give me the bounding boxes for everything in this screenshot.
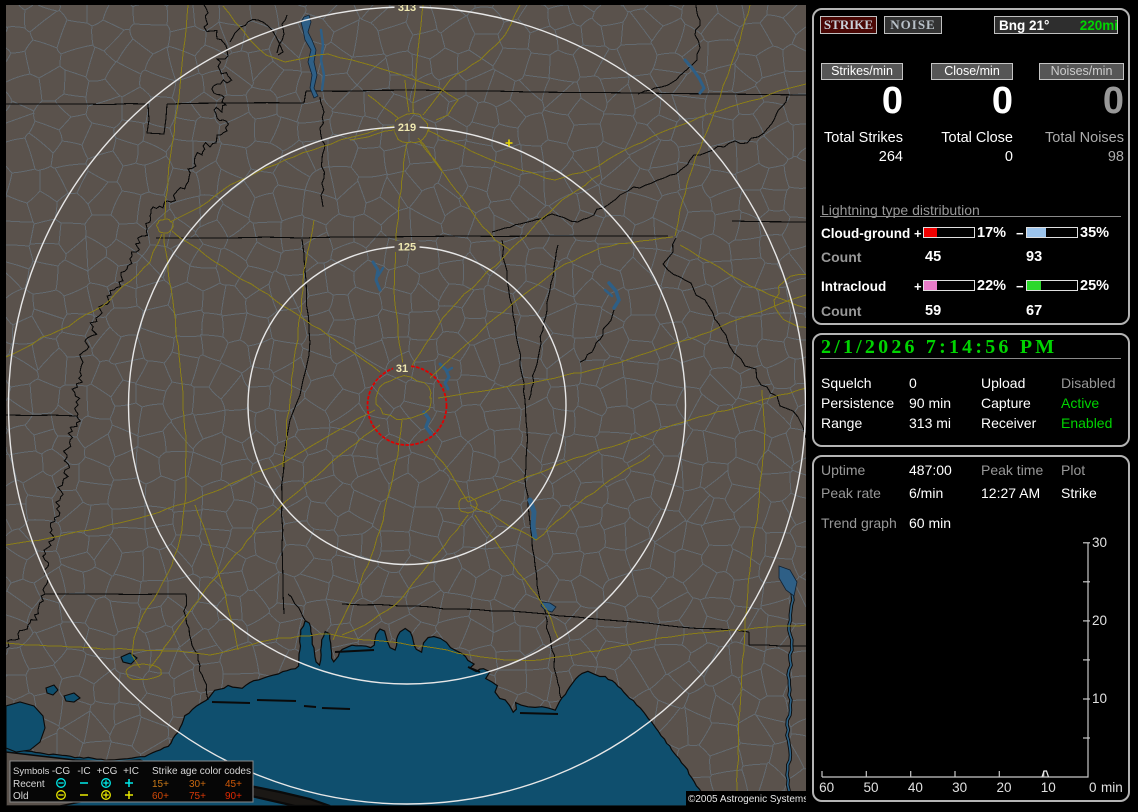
svg-text:+IC: +IC: [123, 766, 139, 777]
svg-text:30: 30: [1092, 535, 1107, 550]
svg-text:125: 125: [398, 242, 416, 254]
svg-text:Strike age color codes: Strike age color codes: [152, 766, 251, 777]
svg-text:Recent: Recent: [13, 779, 45, 790]
svg-text:10: 10: [1041, 780, 1056, 795]
svg-text:0: 0: [1089, 780, 1097, 795]
svg-text:90+: 90+: [225, 791, 242, 802]
svg-text:60: 60: [819, 780, 834, 795]
svg-text:75+: 75+: [189, 791, 206, 802]
svg-text:30: 30: [952, 780, 967, 795]
svg-text:20: 20: [1092, 613, 1107, 628]
svg-text:219: 219: [398, 122, 416, 134]
svg-text:30+: 30+: [189, 779, 206, 790]
svg-text:313: 313: [398, 2, 416, 14]
svg-text:10: 10: [1092, 691, 1107, 706]
svg-text:60+: 60+: [152, 791, 169, 802]
svg-text:20: 20: [996, 780, 1011, 795]
svg-text:-CG: -CG: [52, 766, 71, 777]
svg-text:min: min: [1101, 780, 1123, 795]
svg-text:31: 31: [396, 363, 408, 375]
svg-text:15+: 15+: [152, 779, 169, 790]
svg-text:-IC: -IC: [77, 766, 90, 777]
svg-text:©2005 Astrogenic Systems: ©2005 Astrogenic Systems: [688, 794, 806, 805]
svg-text:Old: Old: [13, 791, 29, 802]
svg-text:45+: 45+: [225, 779, 242, 790]
svg-text:50: 50: [863, 780, 878, 795]
svg-text:+CG: +CG: [97, 766, 118, 777]
svg-text:40: 40: [908, 780, 923, 795]
svg-text:Symbols: Symbols: [13, 766, 50, 777]
